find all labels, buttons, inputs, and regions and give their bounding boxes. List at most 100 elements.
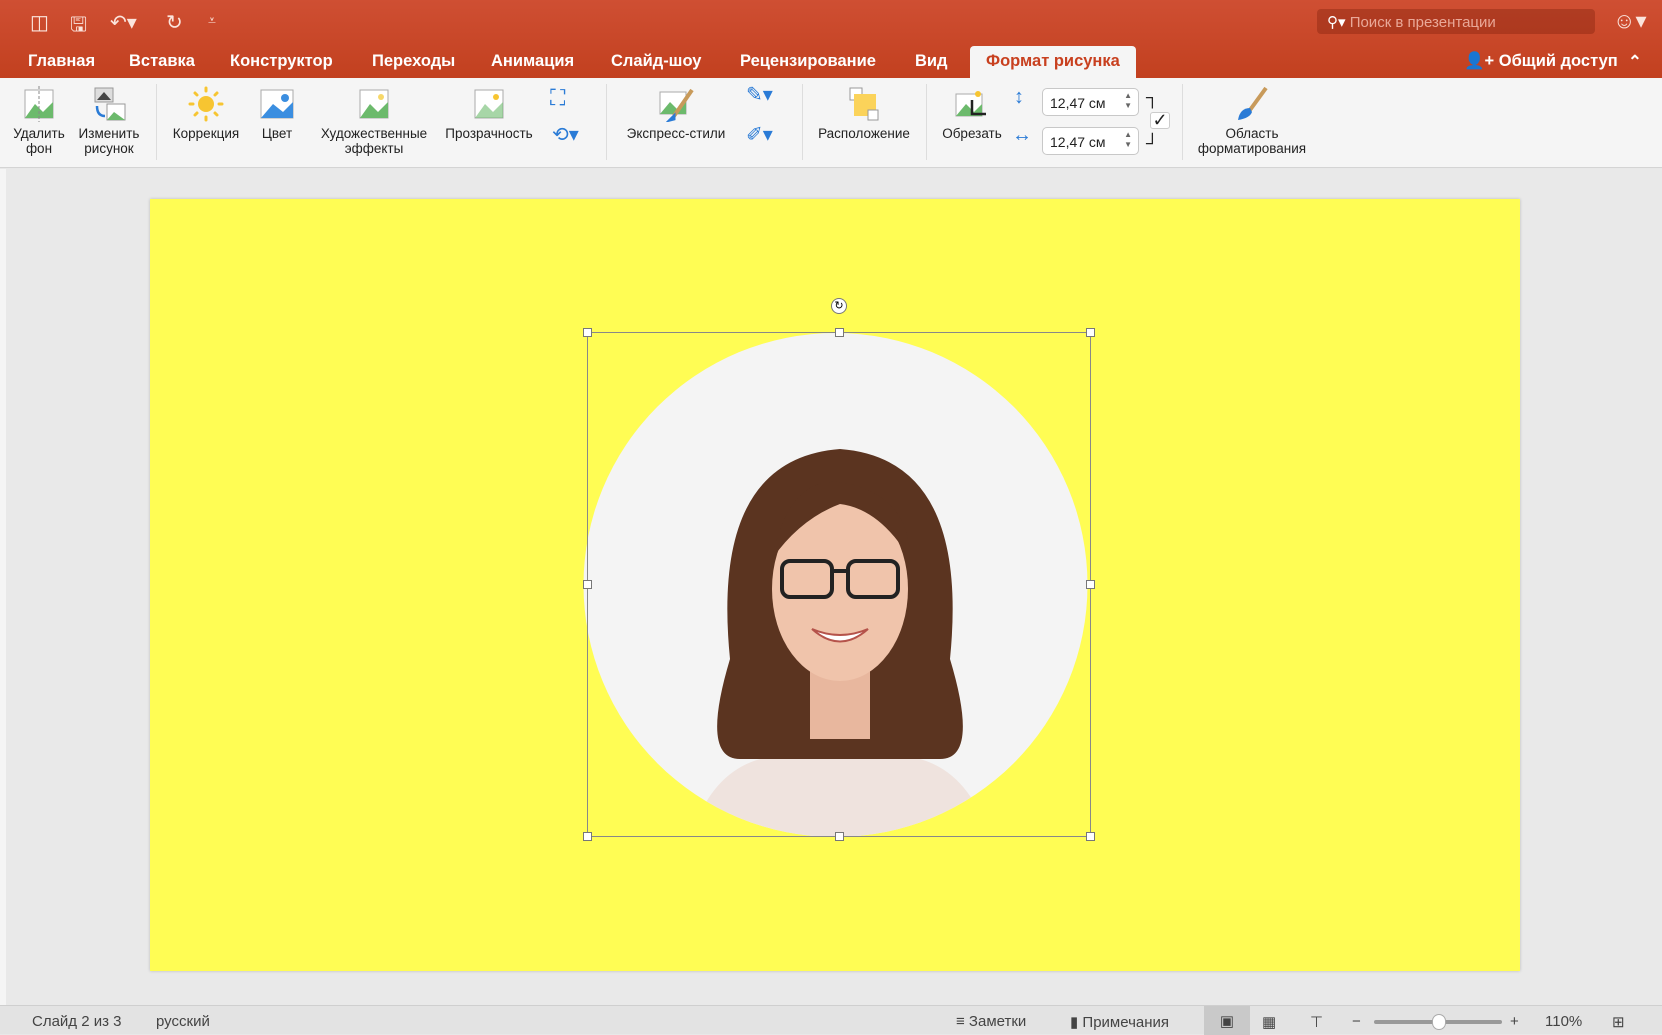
zoom-out-button[interactable]: − [1352, 1013, 1361, 1030]
search-input[interactable]: ⚲▾ Поиск в презентации [1317, 9, 1595, 34]
resize-handle[interactable] [835, 832, 844, 841]
arrange-icon [849, 87, 879, 121]
resize-handle[interactable] [1086, 832, 1095, 841]
save-icon[interactable]: 🖫 [70, 10, 87, 44]
rotate-handle-icon[interactable]: ↻ [831, 298, 847, 314]
tab-home[interactable]: Главная [28, 52, 95, 71]
change-picture-button[interactable]: Изменить рисунок [74, 86, 144, 156]
divider [1182, 84, 1183, 160]
selection-box [587, 332, 1091, 837]
label: фон [25, 141, 53, 156]
height-input[interactable]: 12,47 см ▲ ▼ [1042, 88, 1139, 116]
zoom-level[interactable]: 110% [1545, 1013, 1582, 1030]
label: Художественные [320, 126, 428, 141]
customize-icon[interactable]: ⩡ [208, 12, 216, 29]
divider [802, 84, 803, 160]
label: Коррекция [172, 126, 240, 141]
color-button[interactable]: Цвет [252, 86, 302, 141]
color-picture-icon [260, 89, 294, 119]
title-bar: ◫ 🖫 ↶▾ ↻ ⩡ ⚲▾ Поиск в презентации ☺▾ Гла… [0, 0, 1662, 78]
comment-icon: ▮ [1070, 1014, 1083, 1031]
fit-to-window-icon[interactable]: ⊞ [1612, 1013, 1625, 1031]
transparency-button[interactable]: Прозрачность [440, 86, 538, 141]
height-icon: ↕ [1014, 86, 1024, 108]
search-icon: ⚲▾ [1327, 14, 1350, 31]
zoom-in-button[interactable]: + [1510, 1013, 1519, 1030]
picture-effects-icon[interactable]: ✐▾ [746, 125, 773, 145]
slide-sorter-icon[interactable]: ▦ [1262, 1013, 1276, 1031]
label: Цвет [261, 126, 293, 141]
tab-review[interactable]: Рецензирование [740, 52, 876, 71]
remove-background-icon [24, 86, 54, 122]
divider [156, 84, 157, 160]
slide-counter: Слайд 2 из 3 [32, 1013, 122, 1030]
label: эффекты [344, 141, 404, 156]
paintbrush-icon [1238, 86, 1268, 120]
lock-aspect-bracket-icon: ┐ [1146, 87, 1159, 107]
height-stepper[interactable]: ▲ ▼ [1124, 91, 1132, 111]
status-bar: Слайд 2 из 3 русский ≡ Заметки ▮ Примеча… [0, 1005, 1662, 1035]
artistic-effects-button[interactable]: Художественные эффекты [314, 86, 434, 156]
presenter-view-icon[interactable]: ⊤ [1310, 1013, 1323, 1031]
quick-styles-brush-icon [659, 88, 694, 122]
reset-picture-icon[interactable]: ⟲▾ [552, 125, 579, 145]
normal-view-icon[interactable]: ▣ [1204, 1006, 1250, 1035]
tab-insert[interactable]: Вставка [129, 52, 195, 71]
tab-slideshow[interactable]: Слайд-шоу [611, 52, 701, 71]
label: Изменить [78, 126, 140, 141]
label: Прозрачность [445, 126, 533, 141]
share-button[interactable]: 👤+ Общий доступ [1464, 52, 1618, 71]
undo-icon[interactable]: ↶▾ [110, 10, 137, 35]
lock-aspect-checkbox[interactable]: ✓ [1150, 111, 1170, 129]
notes-icon: ≡ [956, 1013, 969, 1030]
resize-handle[interactable] [1086, 580, 1095, 589]
resize-handle[interactable] [583, 328, 592, 337]
comments-button[interactable]: ▮ Примечания [1070, 1013, 1169, 1031]
tab-design[interactable]: Конструктор [230, 52, 333, 71]
share-label: Общий доступ [1498, 52, 1618, 70]
corrections-button[interactable]: Коррекция [166, 86, 246, 141]
divider [606, 84, 607, 160]
sidebar-icon[interactable]: ◫ [30, 10, 49, 35]
zoom-slider[interactable] [1374, 1014, 1502, 1030]
resize-handle[interactable] [1086, 328, 1095, 337]
width-input[interactable]: 12,47 см ▲ ▼ [1042, 127, 1139, 155]
resize-handle[interactable] [583, 832, 592, 841]
tab-animations[interactable]: Анимация [491, 52, 574, 71]
picture-border-icon[interactable]: ✎▾ [746, 85, 773, 105]
transparency-icon [474, 89, 504, 119]
change-picture-icon [94, 87, 126, 121]
slide[interactable]: ↻ [150, 199, 1520, 971]
comments-label: Примечания [1082, 1014, 1170, 1031]
ribbon: Удалить фон Изменить рисунок Коррекция Цве… [0, 78, 1662, 168]
arrange-button[interactable]: Расположение [812, 86, 916, 141]
quick-styles-button[interactable]: Экспресс-стили [616, 86, 736, 141]
zoom-slider-thumb[interactable] [1432, 1014, 1446, 1030]
width-icon: ↔ [1012, 124, 1032, 146]
compress-pictures-icon[interactable]: ⛶ [550, 87, 565, 109]
smiley-feedback-icon[interactable]: ☺▾ [1613, 8, 1647, 34]
resize-handle[interactable] [583, 580, 592, 589]
remove-background-button[interactable]: Удалить фон [8, 86, 70, 156]
label: Экспресс-стили [626, 126, 726, 141]
tab-view[interactable]: Вид [915, 52, 948, 71]
language-indicator[interactable]: русский [156, 1013, 210, 1030]
width-stepper[interactable]: ▲ ▼ [1124, 130, 1132, 150]
redo-icon[interactable]: ↻ [166, 10, 183, 35]
notes-label: Заметки [968, 1013, 1027, 1030]
format-pane-button[interactable]: Область форматирования [1190, 86, 1314, 156]
collapse-ribbon-icon[interactable]: ⌃ [1628, 52, 1642, 72]
sun-corrections-icon [188, 86, 224, 122]
resize-handle[interactable] [835, 328, 844, 337]
label: Расположение [818, 126, 910, 141]
search-placeholder: Поиск в презентации [1349, 14, 1496, 31]
tab-transitions[interactable]: Переходы [372, 52, 455, 71]
add-person-icon: 👤+ [1464, 52, 1499, 70]
notes-button[interactable]: ≡ Заметки [956, 1013, 1026, 1030]
label: форматирования [1197, 141, 1307, 156]
crop-button[interactable]: Обрезать [936, 86, 1008, 141]
height-value: 12,47 см [1050, 95, 1106, 111]
label: рисунок [84, 141, 134, 156]
tab-picture-format[interactable]: Формат рисунка [970, 46, 1136, 78]
divider [926, 84, 927, 160]
